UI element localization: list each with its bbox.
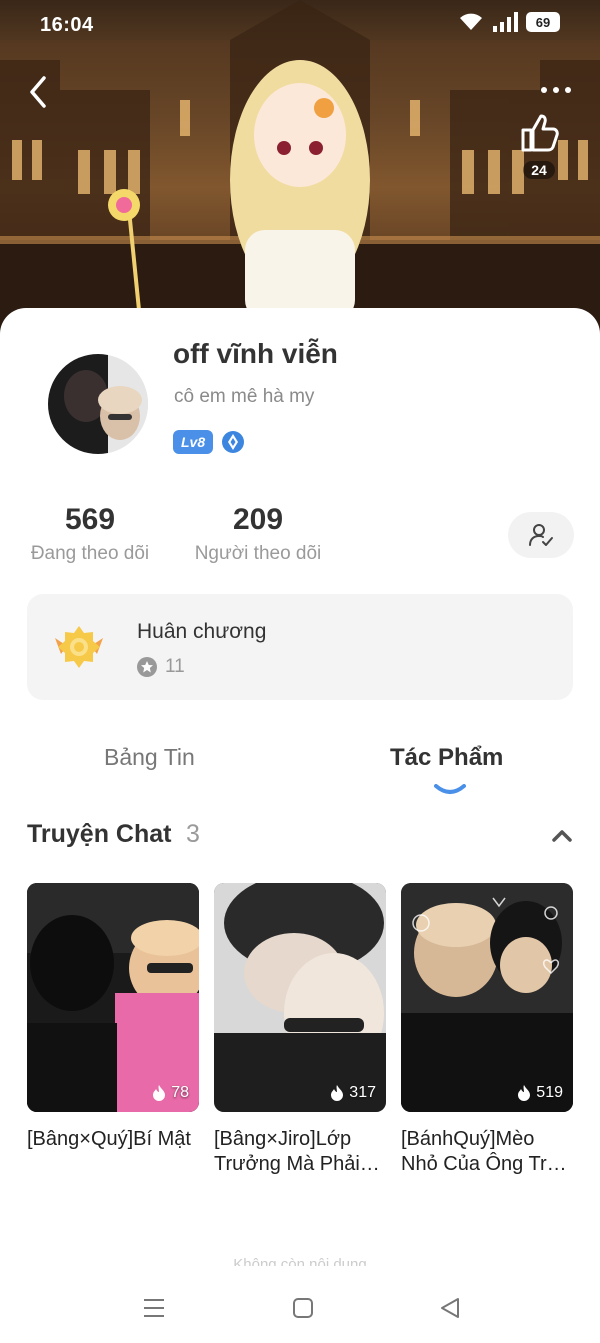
recent-apps-button[interactable] <box>134 1291 174 1325</box>
tab-works[interactable]: Tác Phẩm <box>390 744 503 772</box>
like-button[interactable]: 24 <box>516 110 562 184</box>
following-stat[interactable]: 569 Đang theo dõi <box>26 503 154 565</box>
profile-card: off vĩnh viễn cô em mê hà my Lv8 569 Đan… <box>0 308 600 1343</box>
thumbs-up-icon <box>521 114 559 152</box>
story-title: [BánhQuý]Mèo Nhỏ Của Ông Tr… <box>401 1128 567 1175</box>
chat-stories-header: Truyện Chat 3 <box>27 820 573 860</box>
flame-icon <box>518 1085 531 1101</box>
story-title: [Bâng×Jiro]Lớp Trưởng Mà Phải… <box>214 1128 380 1175</box>
triangle-back-icon <box>441 1298 459 1318</box>
following-label: Đang theo dõi <box>30 543 150 564</box>
system-back-button[interactable] <box>430 1291 470 1325</box>
story-card[interactable]: 519 [BánhQuý]Mèo Nhỏ Của Ông Tr… <box>401 883 573 1177</box>
medal-icon <box>55 626 103 668</box>
square-icon <box>293 1298 313 1318</box>
signal-icon <box>493 12 518 32</box>
story-card[interactable]: 317 [Bâng×Jiro]Lớp Trưởng Mà Phải… <box>214 883 386 1177</box>
story-views: 519 <box>516 1084 563 1102</box>
story-thumbnail: 317 <box>214 883 386 1112</box>
story-card[interactable]: 78 [Bâng×Quý]Bí Mật <box>27 883 199 1177</box>
profile-name: off vĩnh viễn <box>173 338 338 369</box>
medal-title: Huân chương <box>137 620 267 643</box>
level-badge[interactable]: Lv8 <box>173 430 214 454</box>
medal-card[interactable]: Huân chương 11 <box>27 594 573 700</box>
story-thumbnail: 78 <box>27 883 199 1112</box>
section-count: 3 <box>185 820 200 848</box>
profile-tabs: Bảng Tin Tác Phẩm <box>0 738 600 802</box>
tab-feed[interactable]: Bảng Tin <box>104 744 195 771</box>
story-views: 317 <box>329 1084 376 1102</box>
battery-indicator: 69 <box>526 12 560 32</box>
status-icons: 69 <box>458 12 560 32</box>
profile-hero-banner: 16:04 69 24 <box>0 0 600 340</box>
followers-label: Người theo dõi <box>194 543 322 564</box>
menu-icon <box>144 1299 164 1317</box>
wifi-icon <box>460 13 482 30</box>
system-navigation-bar <box>0 1273 600 1343</box>
user-check-icon <box>529 524 553 546</box>
medal-count-row: 11 <box>137 656 185 678</box>
story-thumbnail: 519 <box>401 883 573 1112</box>
diamond-icon[interactable] <box>221 430 245 454</box>
chevron-left-icon <box>30 76 46 108</box>
level-row: Lv8 <box>173 430 245 454</box>
section-title: Truyện Chat <box>27 820 172 848</box>
like-count: 24 <box>523 161 555 179</box>
follow-status-button[interactable] <box>508 512 574 558</box>
followers-count: 209 <box>232 503 284 536</box>
more-options-button[interactable] <box>536 80 576 100</box>
more-dots-icon <box>541 87 547 93</box>
medal-count: 11 <box>165 656 185 677</box>
chevron-up-icon[interactable] <box>551 828 573 844</box>
following-count: 569 <box>64 503 116 536</box>
story-views: 78 <box>151 1084 189 1102</box>
avatar[interactable] <box>48 354 148 454</box>
status-bar: 16:04 69 <box>0 0 600 52</box>
active-tab-indicator <box>434 784 466 794</box>
story-title: [Bâng×Quý]Bí Mật <box>27 1128 191 1150</box>
back-button[interactable] <box>20 72 56 112</box>
flame-icon <box>153 1085 166 1101</box>
status-time: 16:04 <box>40 14 94 36</box>
end-of-content-hint: Không còn nội dung <box>233 1256 367 1266</box>
home-button[interactable] <box>283 1291 323 1325</box>
followers-stat[interactable]: 209 Người theo dõi <box>191 503 325 565</box>
profile-bio: cô em mê hà my <box>174 386 315 407</box>
star-icon <box>137 657 157 677</box>
flame-icon <box>331 1085 344 1101</box>
